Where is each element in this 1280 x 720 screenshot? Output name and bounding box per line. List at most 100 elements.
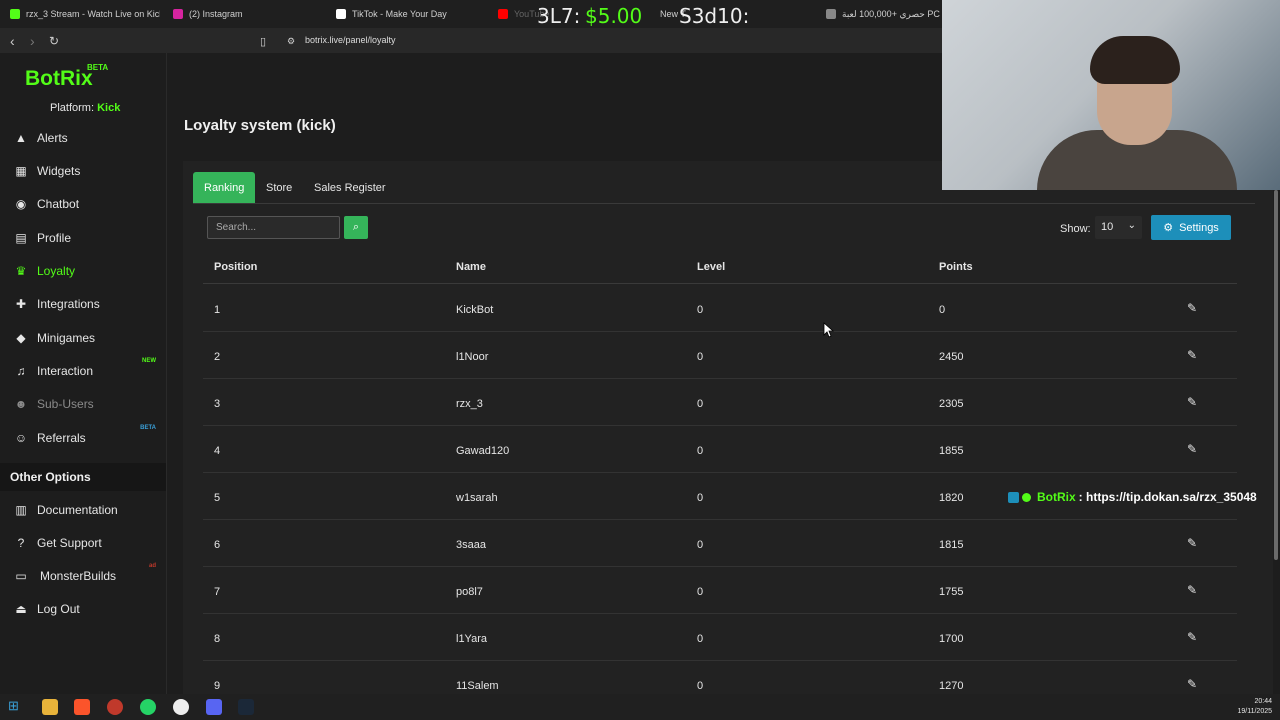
sidebar-item-referrals[interactable]: ☺ Referrals BETA xyxy=(0,423,166,453)
sidebar-item-label: MonsterBuilds xyxy=(40,569,117,583)
puzzle-icon: ✚ xyxy=(15,297,27,311)
sidebar-item-chatbot[interactable]: ◉ Chatbot xyxy=(0,189,166,219)
cell-name: rzx_3 xyxy=(456,398,483,410)
sidebar-item-label: Sub-Users xyxy=(37,397,94,411)
page-title: Loyalty system (kick) xyxy=(184,117,336,134)
table-row: 3 rzx_3 0 2305 ✎ xyxy=(203,379,1237,426)
browser-tab[interactable]: rzx_3 Stream - Watch Live on Kick xyxy=(10,0,160,28)
sidebar-item-interaction[interactable]: ♫ Interaction NEW xyxy=(0,356,166,386)
sidebar-item-label: Minigames xyxy=(37,331,96,345)
sidebar-item-label: Documentation xyxy=(37,503,118,517)
browser-tab[interactable]: (2) Instagram xyxy=(173,0,313,28)
edit-pencil-icon[interactable]: ✎ xyxy=(1187,301,1197,315)
widgets-icon: ▦ xyxy=(15,164,27,178)
botrix-logo[interactable]: BotRix xyxy=(25,67,93,91)
cell-position: 2 xyxy=(214,351,221,363)
sidebar-item-label: Profile xyxy=(37,231,72,245)
music-icon: ♫ xyxy=(16,364,26,378)
cell-level: 0 xyxy=(697,539,704,551)
column-header-position[interactable]: Position xyxy=(214,261,257,273)
tab-title: rzx_3 Stream - Watch Live on Kick xyxy=(26,9,160,19)
steelseries-icon[interactable] xyxy=(173,699,189,715)
sidebar-item-label: Get Support xyxy=(37,536,102,550)
brave-browser-icon[interactable] xyxy=(74,699,90,715)
site-icon xyxy=(826,9,836,19)
edit-pencil-icon[interactable]: ✎ xyxy=(1187,442,1197,456)
cell-level: 0 xyxy=(697,633,704,645)
platform-indicator: Platform: Kick xyxy=(50,102,120,114)
stream-chat-overlay: BotRix : https://tip.dokan.sa/rzx_35048 xyxy=(1008,490,1257,504)
page-size-select[interactable]: 10 ⌄ xyxy=(1095,216,1142,239)
column-header-name[interactable]: Name xyxy=(456,261,486,273)
tab-ranking[interactable]: Ranking xyxy=(193,172,256,203)
sidebar-item-integrations[interactable]: ✚ Integrations xyxy=(0,289,166,319)
cell-points: 0 xyxy=(939,304,946,316)
sidebar-item-label: Integrations xyxy=(37,297,100,311)
cell-position: 8 xyxy=(214,633,221,645)
column-header-level[interactable]: Level xyxy=(697,261,725,273)
table-row: 1 KickBot 0 0 ✎ xyxy=(203,285,1237,332)
cell-points: 1815 xyxy=(939,539,964,551)
sidebar-item-minigames[interactable]: ◆ Minigames xyxy=(0,323,166,353)
cell-points: 1855 xyxy=(939,445,964,457)
site-info-icon[interactable]: ⚙ xyxy=(287,36,295,47)
tab-sales-register[interactable]: Sales Register xyxy=(303,172,397,203)
browser-tab[interactable]: حصري +100,000 لعبة PC - جاك ... xyxy=(826,0,942,28)
cell-points: 2305 xyxy=(939,398,964,410)
cell-position: 9 xyxy=(214,680,221,692)
search-button[interactable]: ⌕ xyxy=(344,216,368,239)
beta-badge: BETA xyxy=(140,425,156,431)
cell-level: 0 xyxy=(697,586,704,598)
cell-position: 5 xyxy=(214,492,221,504)
edit-pencil-icon[interactable]: ✎ xyxy=(1187,536,1197,550)
bookmark-icon[interactable]: ▯ xyxy=(260,35,266,48)
sidebar-item-widgets[interactable]: ▦ Widgets xyxy=(0,156,166,186)
new-badge: NEW xyxy=(142,358,156,364)
windows-start-icon[interactable]: ⊞ xyxy=(8,698,24,714)
page-scrollbar[interactable] xyxy=(1272,190,1280,560)
other-options-heading: Other Options xyxy=(0,463,166,491)
edit-pencil-icon[interactable]: ✎ xyxy=(1187,395,1197,409)
url-field[interactable]: botrix.live/panel/loyalty xyxy=(305,35,396,45)
tab-store[interactable]: Store xyxy=(255,172,303,203)
tabs-divider xyxy=(193,203,1255,204)
sidebar-item-documentation[interactable]: ▥ Documentation xyxy=(0,495,166,525)
referral-icon: ☺ xyxy=(14,431,28,445)
back-icon[interactable]: ‹ xyxy=(10,33,15,49)
sidebar-item-sub-users[interactable]: ☻ Sub-Users xyxy=(0,389,166,419)
discord-icon[interactable] xyxy=(206,699,222,715)
cell-position: 6 xyxy=(214,539,221,551)
search-input[interactable]: Search... xyxy=(207,216,340,239)
reload-icon[interactable]: ↻ xyxy=(49,34,59,48)
edit-pencil-icon[interactable]: ✎ xyxy=(1187,677,1197,691)
page-size-value: 10 xyxy=(1101,221,1114,233)
sidebar-item-monsterbuilds[interactable]: ▭ MonsterBuilds ad xyxy=(0,561,166,591)
column-header-points[interactable]: Points xyxy=(939,261,973,273)
settings-button[interactable]: ⚙ Settings xyxy=(1151,215,1231,240)
edit-pencil-icon[interactable]: ✎ xyxy=(1187,583,1197,597)
edit-pencil-icon[interactable]: ✎ xyxy=(1187,630,1197,644)
sidebar-item-loyalty[interactable]: ♛ Loyalty xyxy=(0,256,166,286)
robot-icon: ◉ xyxy=(15,197,27,211)
cell-points: 2450 xyxy=(939,351,964,363)
logout-icon: ⏏ xyxy=(15,602,27,616)
edit-pencil-icon[interactable]: ✎ xyxy=(1187,348,1197,362)
scrollbar-thumb[interactable] xyxy=(1274,190,1278,560)
book-icon: ▥ xyxy=(15,503,27,517)
sidebar-item-alerts[interactable]: ▲ Alerts xyxy=(0,123,166,153)
file-explorer-icon[interactable] xyxy=(42,699,58,715)
sidebar-item-log-out[interactable]: ⏏ Log Out xyxy=(0,594,166,624)
browser-tab[interactable]: TikTok - Make Your Day xyxy=(336,0,486,28)
webcam-overlay xyxy=(942,0,1280,190)
steam-icon[interactable] xyxy=(238,699,254,715)
table-row: 8 l1Yara 0 1700 ✎ xyxy=(203,614,1237,661)
obs-icon[interactable] xyxy=(107,699,123,715)
cell-level: 0 xyxy=(697,445,704,457)
clock[interactable]: 20:44 19/11/2025 xyxy=(1237,697,1272,717)
sidebar-item-get-support[interactable]: ? Get Support xyxy=(0,528,166,558)
whatsapp-icon[interactable] xyxy=(140,699,156,715)
settings-label: Settings xyxy=(1179,221,1219,234)
sidebar-item-profile[interactable]: ▤ Profile xyxy=(0,223,166,253)
chat-username: BotRix xyxy=(1037,490,1076,504)
forward-icon[interactable]: › xyxy=(30,33,35,49)
